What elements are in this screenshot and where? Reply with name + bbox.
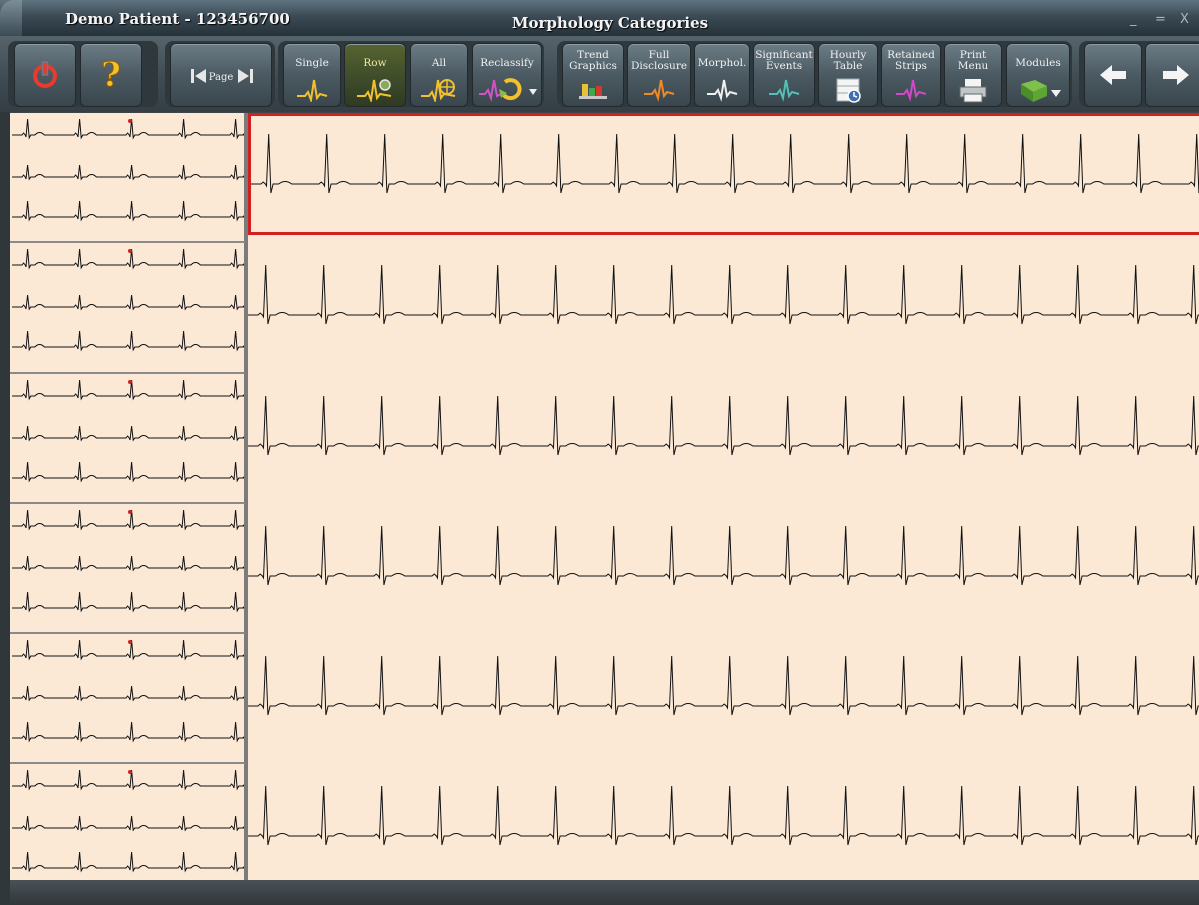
left-frame — [0, 112, 10, 905]
reclassify-icon — [479, 78, 537, 102]
minimize-button[interactable]: _ — [1130, 12, 1137, 27]
printer-icon — [959, 79, 987, 103]
morphology-thumbnail[interactable] — [10, 504, 246, 634]
holter-application-window: Demo Patient - 123456700 Morphology Cate… — [0, 0, 1199, 905]
screen-title: Morphology Categories — [511, 14, 709, 32]
full-disclosure-label: Full Disclosure — [630, 49, 688, 72]
close-button[interactable]: X — [1180, 12, 1189, 27]
status-bar — [10, 880, 1199, 905]
hourly-table-label: Hourly Table — [829, 49, 867, 72]
all-beats-icon — [421, 79, 456, 102]
modules-icon — [1021, 80, 1061, 102]
ecg-orange-icon — [644, 79, 675, 102]
modules-label: Modules — [1015, 57, 1061, 69]
next-page-icon[interactable] — [233, 66, 257, 86]
trend-graphics-button[interactable]: Trend Graphics — [562, 43, 624, 107]
morphology-thumbnail[interactable] — [10, 764, 246, 880]
trend-graphics-label: Trend Graphics — [569, 49, 617, 72]
morphology-thumbnail[interactable] — [10, 374, 246, 504]
help-button[interactable]: ? — [80, 43, 142, 107]
row-label: Row — [363, 57, 387, 69]
all-label: All — [431, 57, 447, 69]
beat-marker — [128, 770, 132, 774]
maximize-button[interactable]: = — [1155, 12, 1166, 27]
bar-chart-icon — [579, 84, 607, 99]
retained-strips-label: Retained Strips — [887, 49, 935, 72]
hourly-table-button[interactable]: Hourly Table — [818, 43, 878, 107]
table-clock-icon — [836, 78, 861, 103]
morphology-strip[interactable] — [248, 113, 1199, 235]
morphology-strip[interactable] — [248, 374, 1199, 504]
ecg-white-icon — [707, 79, 738, 102]
morphology-strip[interactable] — [248, 634, 1199, 764]
reclassify-button[interactable]: Reclassify — [472, 43, 542, 107]
ecg-magenta-icon — [896, 79, 927, 102]
title-bar: Demo Patient - 123456700 Morphology Cate… — [0, 0, 1199, 36]
significant-events-button[interactable]: Significant Events — [753, 43, 815, 107]
morphology-button[interactable]: Morphol. — [694, 43, 750, 107]
beat-marker — [128, 640, 132, 644]
morphology-strip[interactable] — [248, 243, 1199, 374]
beat-marker — [128, 380, 132, 384]
single-view-button[interactable]: Single — [283, 43, 341, 107]
single-label: Single — [295, 57, 329, 69]
ecg-teal-icon — [769, 79, 800, 102]
page-navigator: Page — [170, 43, 272, 107]
morphology-categories-view — [10, 113, 1199, 880]
morphol-label: Morphol. — [697, 57, 747, 69]
beat-marker — [128, 510, 132, 514]
arrow-right-icon — [1163, 65, 1189, 85]
row-beats-icon — [357, 79, 392, 102]
full-disclosure-button[interactable]: Full Disclosure — [627, 43, 691, 107]
power-icon — [33, 61, 57, 88]
forward-button[interactable] — [1145, 43, 1199, 107]
print-menu-label: Print Menu — [957, 49, 989, 72]
exit-button[interactable] — [14, 43, 76, 107]
arrow-left-icon — [1100, 65, 1126, 85]
beat-marker — [128, 249, 132, 253]
all-view-button[interactable]: All — [410, 43, 468, 107]
modules-button[interactable]: Modules — [1006, 43, 1070, 107]
significant-events-label: Significant Events — [755, 49, 813, 72]
row-view-button[interactable]: Row — [344, 43, 406, 107]
morphology-thumbnail[interactable] — [10, 113, 246, 243]
morphology-thumbnail[interactable] — [10, 634, 246, 764]
svg-text:?: ? — [101, 56, 121, 92]
main-toolbar: ? Page Single Row All Reclassify Trend G… — [0, 36, 1199, 112]
single-beat-icon — [297, 79, 328, 102]
reclassify-label: Reclassify — [480, 57, 534, 69]
morphology-thumbnail[interactable] — [10, 243, 246, 374]
morphology-strip[interactable] — [248, 764, 1199, 880]
back-button[interactable] — [1084, 43, 1142, 107]
retained-strips-button[interactable]: Retained Strips — [881, 43, 941, 107]
morphology-strip[interactable] — [248, 504, 1199, 634]
help-icon: ? — [101, 56, 122, 92]
patient-title: Demo Patient - 123456700 — [65, 10, 290, 28]
print-menu-button[interactable]: Print Menu — [944, 43, 1002, 107]
beat-marker — [128, 119, 132, 123]
